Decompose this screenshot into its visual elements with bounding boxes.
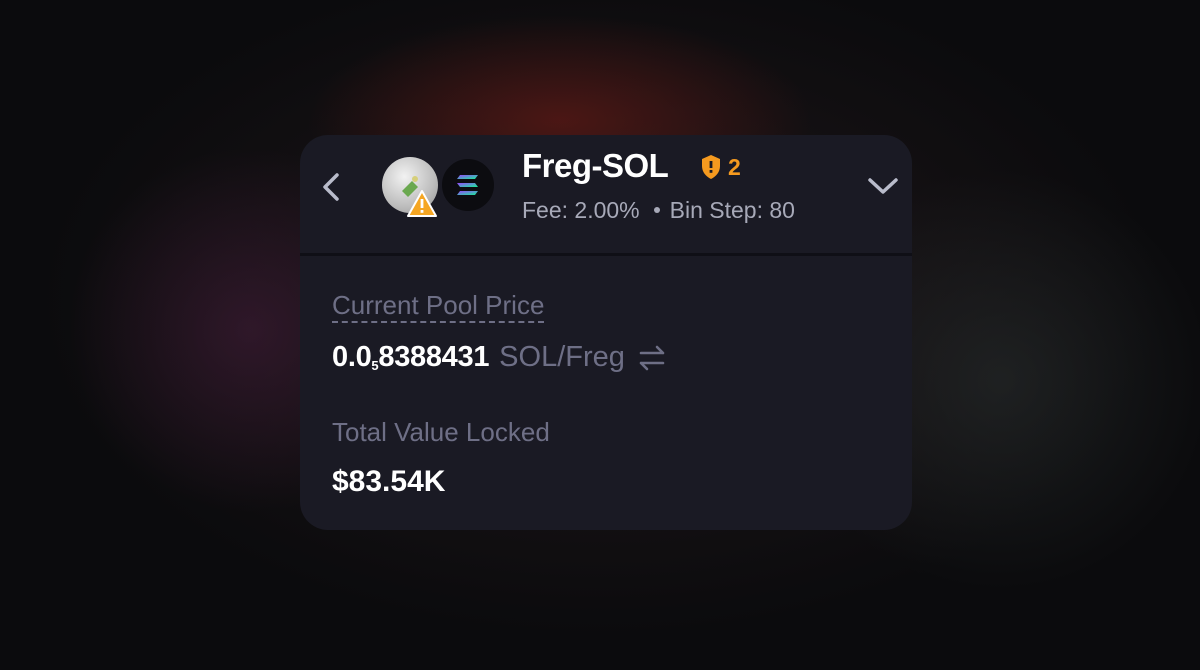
bin-step-text: Bin Step: 80 [669, 197, 795, 223]
token-pair-icons [382, 157, 502, 217]
swap-arrows-icon[interactable] [637, 345, 667, 371]
price-unit: SOL/Freg [499, 341, 625, 373]
warning-triangle-icon [407, 190, 437, 217]
fee-text: Fee: 2.00% [522, 197, 640, 223]
pool-price-value: 0.058388431 [332, 341, 489, 374]
current-pool-price-label[interactable]: Current Pool Price [332, 290, 545, 323]
sol-token-icon [440, 157, 496, 213]
chevron-left-icon[interactable] [320, 169, 344, 205]
chevron-down-icon[interactable] [866, 175, 900, 197]
pool-header: Freg-SOL 2 Fee: 2.00% Bin Step: 80 [300, 135, 912, 256]
tvl-value: $83.54K [332, 465, 446, 498]
pool-card: Freg-SOL 2 Fee: 2.00% Bin Step: 80 Curren… [300, 135, 912, 530]
separator-dot [653, 207, 660, 214]
security-badge[interactable]: 2 [700, 152, 741, 182]
pool-meta: Fee: 2.00% Bin Step: 80 [522, 197, 795, 224]
price-digits: 8388431 [378, 341, 490, 373]
tvl-label: Total Value Locked [332, 417, 550, 447]
shield-icon [702, 155, 720, 179]
price-prefix: 0.0 [332, 341, 372, 373]
pair-title: Freg-SOL [522, 147, 669, 184]
shield-count: 2 [728, 153, 741, 180]
price-row: 0.058388431 SOL/Freg [332, 340, 667, 374]
